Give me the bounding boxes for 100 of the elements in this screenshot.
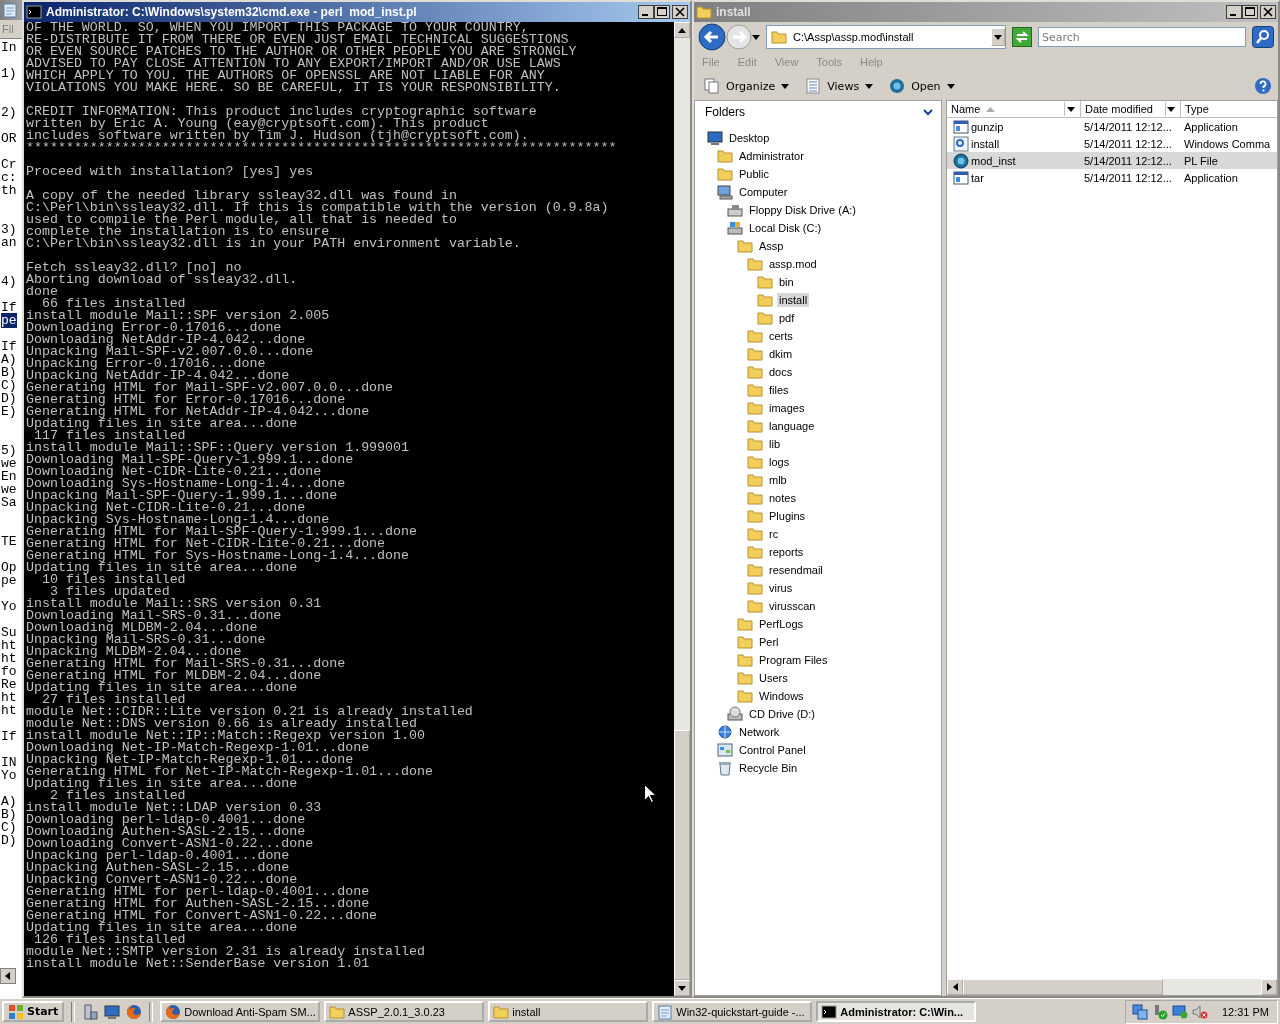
file-row[interactable]: tar 5/14/2011 12:12... Application: [947, 169, 1277, 186]
folder-tree-item[interactable]: pdf: [777, 311, 797, 325]
folder-icon: [747, 544, 763, 560]
folder-tree-item[interactable]: bin: [777, 275, 796, 289]
file-row[interactable]: gunzip 5/14/2011 12:12... Application: [947, 118, 1277, 135]
folder-tree-item[interactable]: Users: [757, 671, 790, 685]
taskbar-button[interactable]: install: [488, 1001, 649, 1022]
folder-icon: [737, 238, 753, 254]
folder-tree-item[interactable]: Public: [737, 167, 771, 181]
column-header[interactable]: Date modified: [1081, 101, 1181, 117]
folder-tree-item[interactable]: logs: [767, 455, 792, 469]
close-button[interactable]: [1260, 5, 1276, 19]
taskbar-button[interactable]: Administrator: C:\Win...: [816, 1001, 977, 1022]
minimize-button[interactable]: [1226, 5, 1242, 19]
scrollbar-thumb[interactable]: [674, 730, 690, 980]
maximize-button[interactable]: [1242, 5, 1258, 19]
scroll-down-button[interactable]: [674, 980, 690, 996]
caret-icon[interactable]: [865, 83, 874, 89]
toolbar-button[interactable]: Open: [885, 76, 959, 96]
folder-tree-item[interactable]: PerfLogs: [757, 617, 806, 631]
address-field[interactable]: C:\Assp\assp.mod\install: [766, 25, 1006, 49]
taskbar-button[interactable]: Win32-quickstart-guide -...: [652, 1001, 813, 1022]
folder-icon: [747, 508, 763, 524]
folder-tree-item[interactable]: dkim: [767, 347, 795, 361]
text-line: If: [1, 729, 17, 744]
text-line: OR: [1, 131, 17, 146]
speaker-muted-icon[interactable]: [1191, 1003, 1208, 1020]
search-button[interactable]: [1252, 26, 1274, 48]
start-button[interactable]: Start: [2, 1001, 65, 1022]
scroll-right-button[interactable]: [1261, 979, 1277, 995]
folder-tree-item[interactable]: virusscan: [767, 599, 818, 613]
caret-icon[interactable]: [781, 83, 790, 89]
folder-tree-item[interactable]: assp.mod: [767, 257, 819, 271]
refresh-button[interactable]: [1012, 27, 1032, 47]
folder-tree-item[interactable]: docs: [767, 365, 795, 379]
file-row[interactable]: install 5/14/2011 12:12... Windows Comma: [947, 135, 1277, 152]
folder-tree-item[interactable]: files: [767, 383, 791, 397]
history-caret-icon[interactable]: [752, 34, 760, 40]
filter-caret-icon[interactable]: [1166, 106, 1175, 112]
folder-tree-item[interactable]: install: [777, 293, 810, 307]
folder-tree-item[interactable]: Windows: [757, 689, 806, 703]
taskbar-button[interactable]: ASSP_2.0.1_3.0.23: [324, 1001, 485, 1022]
text-line: 3): [1, 222, 17, 237]
taskbar-button[interactable]: Download Anti-Spam SM...: [160, 1001, 321, 1022]
caret-icon[interactable]: [994, 34, 1002, 40]
folder-tree-item[interactable]: lib: [767, 437, 782, 451]
minimize-button[interactable]: [638, 5, 654, 19]
left-arrow-icon: [952, 983, 958, 991]
help-icon[interactable]: [1254, 77, 1272, 95]
maximize-button[interactable]: [654, 5, 670, 19]
close-button[interactable]: [672, 5, 688, 19]
toolbar-button[interactable]: Organize: [700, 76, 794, 96]
back-button[interactable]: [698, 23, 726, 51]
file-row[interactable]: mod_inst 5/14/2011 12:12... PL File: [947, 152, 1277, 169]
scrollbar-thumb[interactable]: [963, 979, 1163, 995]
folder-icon: [747, 364, 763, 380]
folder-tree-item[interactable]: Desktop: [727, 131, 772, 145]
text-line: D): [1, 391, 17, 406]
caret-icon[interactable]: [946, 83, 955, 89]
folder-tree-item[interactable]: language: [767, 419, 817, 433]
folder-tree-item[interactable]: Assp: [757, 239, 786, 253]
toolbar-button[interactable]: Views: [801, 76, 878, 96]
folder-tree-item[interactable]: Recycle Bin: [737, 761, 800, 775]
folder-icon: [737, 688, 753, 704]
folder-icon: [757, 310, 773, 326]
text-line: D): [1, 833, 17, 848]
scroll-left-button[interactable]: [947, 979, 963, 995]
column-header[interactable]: Type: [1181, 101, 1277, 117]
folder-tree-item[interactable]: Computer: [737, 185, 790, 199]
folder-tree-item[interactable]: Local Disk (C:): [747, 221, 824, 235]
folder-tree-item[interactable]: reports: [767, 545, 806, 559]
folder-icon: [747, 598, 763, 614]
folder-tree-item[interactable]: Administrator: [737, 149, 806, 163]
folder-tree-item[interactable]: resendmail: [767, 563, 825, 577]
folder-tree-item[interactable]: Plugins: [767, 509, 808, 523]
folder-tree-item[interactable]: CD Drive (D:): [747, 707, 817, 721]
folder-tree-item[interactable]: notes: [767, 491, 798, 505]
filter-caret-icon[interactable]: [1066, 106, 1075, 112]
search-field[interactable]: Search: [1038, 27, 1246, 47]
scroll-up-button[interactable]: [674, 22, 690, 38]
chevron-icon[interactable]: [923, 108, 933, 116]
console-icon: [26, 4, 42, 20]
folder-icon: [717, 148, 733, 164]
folder-tree-item[interactable]: Control Panel: [737, 743, 808, 757]
folder-tree-item[interactable]: Program Files: [757, 653, 830, 667]
pages-icon: [704, 78, 720, 94]
folder-tree-item[interactable]: images: [767, 401, 807, 415]
column-header[interactable]: Name: [947, 101, 1081, 117]
folder-tree-item[interactable]: Perl: [757, 635, 781, 649]
folder-tree-item[interactable]: rc: [767, 527, 781, 541]
network-tray-icon[interactable]: [1131, 1003, 1148, 1020]
folder-tree-item[interactable]: Floppy Disk Drive (A:): [747, 203, 858, 217]
text-line: B): [1, 365, 17, 380]
folder-tree-item[interactable]: mlb: [767, 473, 789, 487]
text-line: C): [1, 378, 17, 393]
folder-tree-item[interactable]: Network: [737, 725, 782, 739]
folder-icon: [771, 29, 787, 45]
monitor-icon[interactable]: [1171, 1003, 1188, 1020]
folder-tree-item[interactable]: virus: [767, 581, 795, 595]
folder-tree-item[interactable]: certs: [767, 329, 795, 343]
